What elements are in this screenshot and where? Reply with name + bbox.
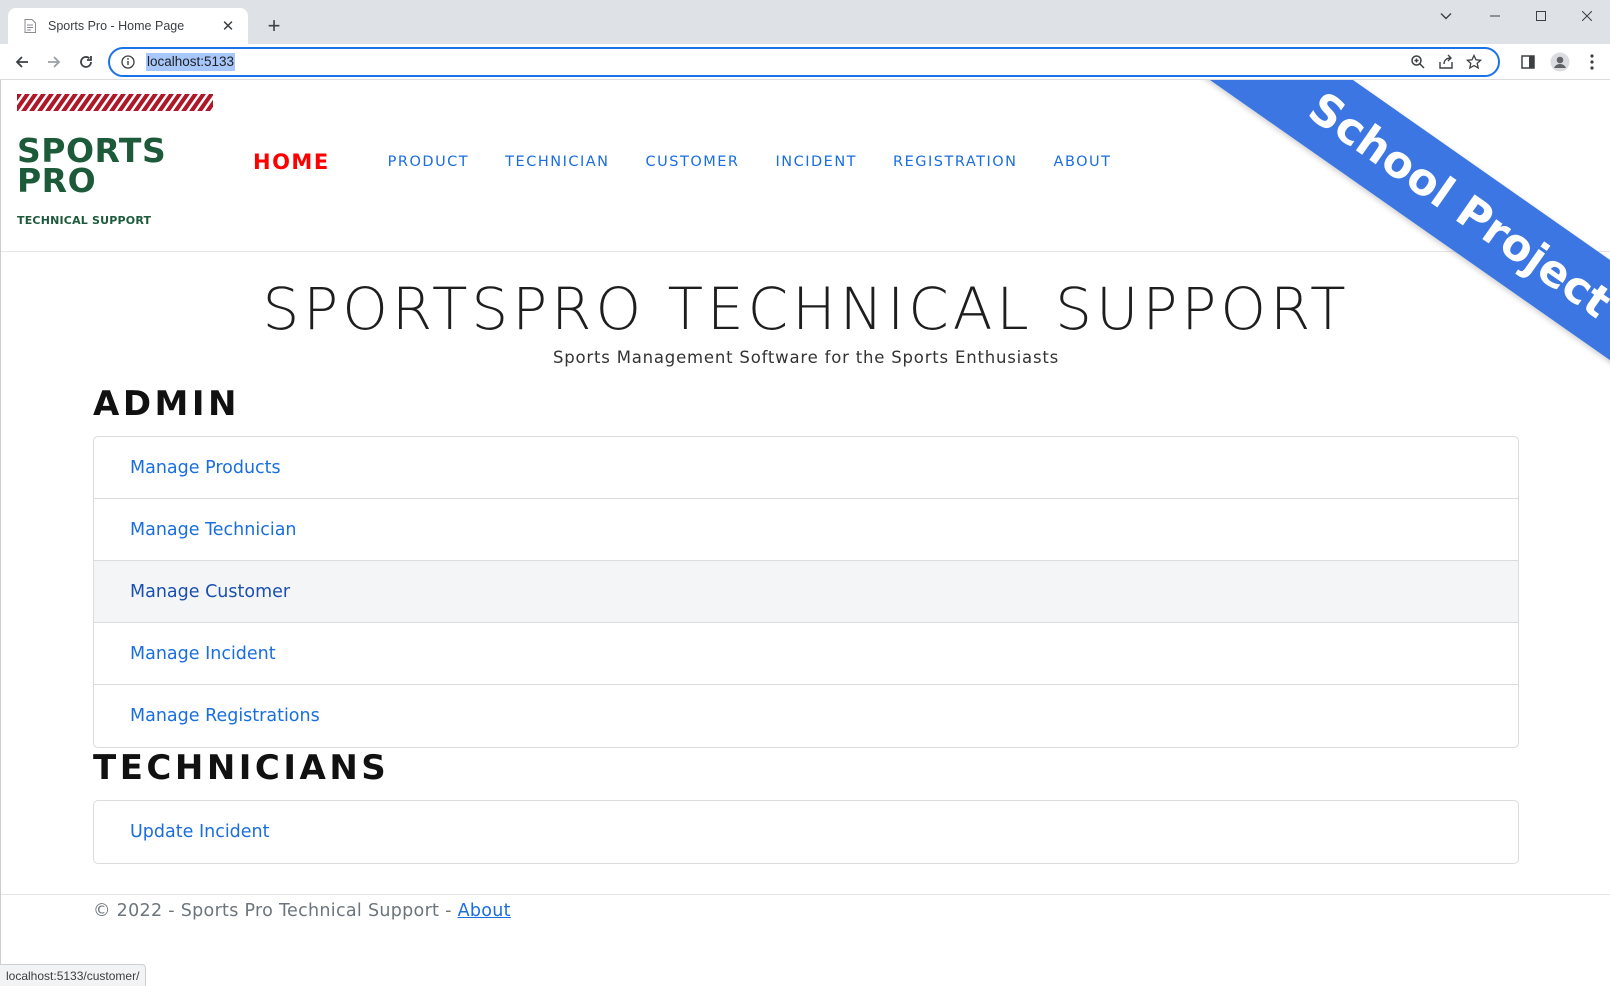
page-title: SPORTSPRO TECHNICAL SUPPORT	[262, 275, 1350, 343]
logo-stripes-icon	[17, 94, 213, 111]
nav-technician[interactable]: TECHNICIAN	[505, 154, 609, 170]
logo-subtitle: TECHNICAL SUPPORT	[17, 214, 152, 227]
status-bar-url: localhost:5133/customer/	[0, 964, 147, 986]
share-icon[interactable]	[1432, 50, 1460, 74]
manage-products-link[interactable]: Manage Products	[94, 437, 1518, 499]
url-text[interactable]: localhost:5133	[146, 53, 236, 71]
update-incident-link[interactable]: Update Incident	[94, 801, 1518, 863]
nav-customer[interactable]: CUSTOMER	[646, 154, 740, 170]
technicians-heading: TECHNICIANS	[93, 748, 390, 788]
technicians-list: Update Incident	[93, 800, 1519, 864]
maximize-icon[interactable]	[1518, 0, 1564, 32]
nav-about[interactable]: ABOUT	[1054, 154, 1112, 170]
tab-title: Sports Pro - Home Page	[48, 19, 185, 33]
tab-strip: Sports Pro - Home Page ✕ +	[0, 0, 1610, 44]
tab-search-icon[interactable]	[1430, 4, 1462, 28]
logo-word-pro: PRO	[17, 161, 97, 200]
manage-registrations-link[interactable]: Manage Registrations	[94, 685, 1518, 747]
admin-heading: ADMIN	[93, 384, 240, 424]
window-controls	[1472, 0, 1610, 32]
side-panel-icon[interactable]	[1514, 48, 1542, 76]
nav-home[interactable]: HOME	[253, 150, 330, 174]
footer-text: © 2022 - Sports Pro Technical Support - …	[93, 901, 511, 921]
nav-incident[interactable]: INCIDENT	[775, 154, 857, 170]
page-subtitle: Sports Management Software for the Sport…	[552, 348, 1060, 367]
minimize-icon[interactable]	[1472, 0, 1518, 32]
close-tab-icon[interactable]: ✕	[218, 16, 238, 36]
profile-avatar-icon[interactable]	[1546, 48, 1574, 76]
new-tab-icon[interactable]: +	[260, 12, 288, 40]
manage-customer-link[interactable]: Manage Customer	[94, 561, 1518, 623]
admin-list: Manage Products Manage Technician Manage…	[93, 436, 1519, 748]
manage-technician-link[interactable]: Manage Technician	[94, 499, 1518, 561]
reload-icon[interactable]	[72, 48, 100, 76]
footer-about-link[interactable]: About	[458, 901, 511, 921]
browser-tab[interactable]: Sports Pro - Home Page ✕	[8, 8, 248, 44]
site-logo[interactable]: SPORTS PRO TECHNICAL SUPPORT	[17, 94, 217, 234]
browser-toolbar: localhost:5133	[0, 44, 1610, 80]
more-menu-icon[interactable]	[1578, 48, 1606, 76]
nav-product[interactable]: PRODUCT	[388, 154, 470, 170]
back-arrow-icon[interactable]	[8, 48, 36, 76]
bookmark-star-icon[interactable]	[1460, 50, 1488, 74]
page-favicon-icon	[22, 18, 38, 34]
main-nav: HOME PRODUCT TECHNICIAN CUSTOMER INCIDEN…	[253, 150, 1148, 174]
site-info-icon[interactable]	[120, 54, 136, 70]
forward-arrow-icon[interactable]	[40, 48, 68, 76]
web-page: SPORTS PRO TECHNICAL SUPPORT HOME PRODUC…	[0, 80, 1610, 986]
browser-chrome: Sports Pro - Home Page ✕ + localhost:513…	[0, 0, 1610, 80]
address-bar[interactable]: localhost:5133	[108, 47, 1500, 77]
footer-copyright: © 2022 - Sports Pro Technical Support -	[93, 901, 458, 921]
page-footer: © 2022 - Sports Pro Technical Support - …	[1, 894, 1610, 921]
zoom-icon[interactable]	[1404, 50, 1432, 74]
manage-incident-link[interactable]: Manage Incident	[94, 623, 1518, 685]
close-window-icon[interactable]	[1564, 0, 1610, 32]
nav-registration[interactable]: REGISTRATION	[893, 154, 1017, 170]
